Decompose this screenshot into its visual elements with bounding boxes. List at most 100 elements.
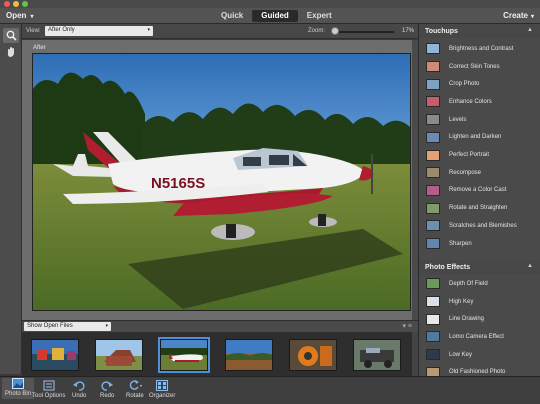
thumbnail-barn[interactable]	[95, 339, 143, 371]
main-photo[interactable]: N5165S	[32, 53, 411, 311]
thumbnail-machinery[interactable]	[289, 339, 337, 371]
panel-item-label: Enhance Colors	[449, 98, 492, 105]
panel-item[interactable]: Enhance Colors	[419, 93, 540, 111]
effect-thumbnail-icon	[426, 43, 440, 55]
panel-item[interactable]: Old Fashioned Photo	[419, 364, 540, 376]
image-canvas: After N5165S	[22, 40, 418, 320]
photo-bin-button[interactable]: Photo Bin	[2, 378, 35, 399]
touchups-section-header[interactable]: Touchups ▲	[419, 24, 540, 38]
chevron-down-icon: ▾	[105, 323, 108, 329]
panel-item-label: Scratches and Blemishes	[449, 222, 517, 229]
effect-thumbnail-icon	[426, 114, 440, 126]
organizer-button[interactable]: Organizer	[149, 380, 175, 399]
effect-thumbnail-icon	[426, 96, 440, 108]
guided-panel: Touchups ▲ Brightness and Contrast Correc…	[418, 24, 540, 376]
chevron-down-icon: ▾	[147, 27, 150, 33]
photo-bin-bar: Show Open Files ▾ ▾ ≡	[22, 320, 418, 332]
bin-source-select[interactable]: Show Open Files ▾	[24, 322, 111, 331]
panel-item[interactable]: Lighten and Darken	[419, 129, 540, 147]
redo-icon	[101, 381, 114, 391]
tail-number-text: N5165S	[151, 175, 205, 192]
panel-item[interactable]: Lomo Camera Effect	[419, 328, 540, 346]
window-titlebar	[0, 0, 540, 8]
machinery-thumbnail-image	[290, 340, 336, 370]
zoom-tool-button[interactable]	[3, 28, 19, 43]
panel-item-label: Lomo Camera Effect	[449, 333, 504, 340]
photo-bin-icon	[12, 378, 25, 389]
panel-item-label: Remove a Color Cast	[449, 187, 507, 194]
thumbnail-old-car[interactable]	[353, 339, 401, 371]
panel-item[interactable]: Rotate and Straighten	[419, 199, 540, 217]
undo-label: Undo	[72, 393, 87, 399]
photo-effects-section-header[interactable]: Photo Effects ▲	[419, 260, 540, 274]
thumbnail-airplane[interactable]	[158, 337, 210, 373]
thumbnail-landscape[interactable]	[225, 339, 273, 371]
undo-icon	[73, 381, 85, 391]
thumbnail-harbor[interactable]	[31, 339, 79, 371]
open-label: Open	[6, 11, 27, 20]
panel-item-label: Levels	[449, 116, 467, 123]
redo-button[interactable]: Redo	[100, 380, 114, 399]
minimize-window-button[interactable]	[13, 1, 19, 7]
rotate-label: Rotate	[126, 393, 144, 399]
panel-item-label: Sharpen	[449, 240, 472, 247]
panel-item-label: Crop Photo	[449, 81, 480, 88]
panel-item[interactable]: Low Key	[419, 346, 540, 364]
organizer-icon	[156, 380, 169, 391]
panel-item[interactable]: Recompose	[419, 164, 540, 182]
harbor-thumbnail-image	[32, 340, 78, 370]
magnifier-icon	[6, 30, 17, 41]
bin-menu-icon[interactable]: ▾ ≡	[402, 322, 412, 330]
tab-quick[interactable]: Quick	[212, 10, 252, 22]
effect-thumbnail-icon	[426, 220, 440, 232]
zoom-slider-thumb[interactable]	[331, 27, 339, 35]
airplane-photo: N5165S	[33, 54, 410, 310]
panel-item-label: High Key	[449, 298, 474, 305]
panel-item[interactable]: Scratches and Blemishes	[419, 217, 540, 235]
tab-guided[interactable]: Guided	[252, 10, 298, 22]
panel-item[interactable]: Correct Skin Tones	[419, 58, 540, 76]
view-select-value: After Only	[48, 27, 75, 33]
zoom-window-button[interactable]	[22, 1, 28, 7]
tool-options-button[interactable]: Tool Options	[32, 380, 65, 399]
panel-item[interactable]: Depth Of Field	[419, 275, 540, 293]
effect-thumbnail-icon	[426, 61, 440, 73]
hand-tool-button[interactable]	[3, 44, 19, 59]
tool-strip	[0, 24, 22, 374]
airplane-thumbnail-image	[161, 340, 207, 370]
panel-item[interactable]: Brightness and Contrast	[419, 40, 540, 58]
old-car-thumbnail-image	[354, 340, 400, 370]
tab-expert[interactable]: Expert	[298, 10, 341, 22]
panel-item[interactable]: Perfect Portrait	[419, 146, 540, 164]
rotate-button[interactable]: Rotate	[126, 380, 144, 399]
close-window-button[interactable]	[4, 1, 10, 7]
effect-thumbnail-icon	[426, 184, 440, 196]
zoom-slider-track[interactable]	[334, 31, 394, 33]
undo-button[interactable]: Undo	[72, 380, 86, 399]
chevron-up-icon: ▲	[527, 263, 533, 269]
tool-options-label: Tool Options	[32, 393, 66, 399]
panel-item[interactable]: High Key	[419, 293, 540, 311]
effect-thumbnail-icon	[426, 202, 440, 214]
landscape-thumbnail-image	[226, 340, 272, 370]
panel-item[interactable]: Remove a Color Cast	[419, 182, 540, 200]
panel-item[interactable]: Crop Photo	[419, 75, 540, 93]
panel-item[interactable]: Line Drawing	[419, 310, 540, 328]
redo-label: Redo	[100, 393, 115, 399]
chevron-up-icon: ▲	[527, 27, 533, 33]
create-menu-button[interactable]: Create ▾	[503, 11, 534, 20]
panel-item-label: Recompose	[449, 169, 482, 176]
effect-thumbnail-icon	[426, 78, 440, 90]
panel-item-label: Correct Skin Tones	[449, 63, 500, 70]
view-select[interactable]: After Only ▾	[45, 26, 153, 36]
mode-tabs: Quick Guided Expert	[212, 10, 341, 22]
panel-item-label: Old Fashioned Photo	[449, 369, 506, 376]
open-menu-button[interactable]: Open ▾	[6, 11, 33, 20]
rotate-icon	[129, 380, 142, 390]
panel-item[interactable]: Levels	[419, 111, 540, 129]
chevron-down-icon: ▾	[530, 14, 534, 20]
panel-item-label: Rotate and Straighten	[449, 205, 508, 212]
panel-item[interactable]: Sharpen	[419, 235, 540, 253]
barn-thumbnail-image	[96, 340, 142, 370]
effect-thumbnail-icon	[426, 278, 440, 290]
